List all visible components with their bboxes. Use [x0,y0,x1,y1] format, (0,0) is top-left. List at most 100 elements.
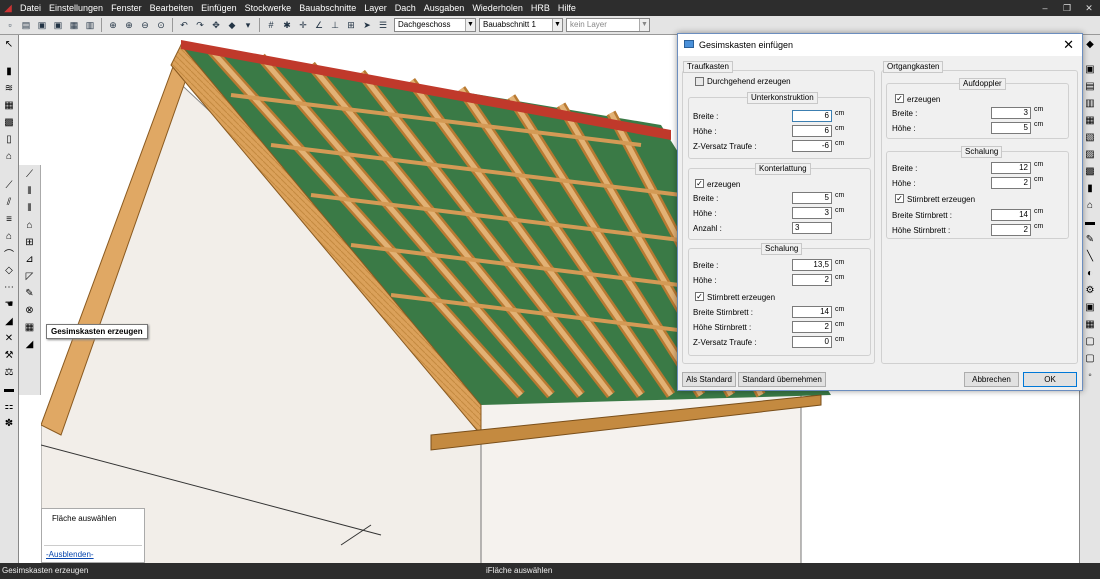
truss-icon[interactable]: ⊞ [22,235,37,250]
print-view-icon[interactable]: ▦ [1083,317,1098,332]
dimension-icon[interactable]: ⋯ [2,280,17,295]
zoom-window-icon[interactable]: ⊕ [106,18,120,32]
kl-anzahl-input[interactable]: 3 [792,222,832,234]
so-breite-input[interactable]: 12 [991,162,1031,174]
dialog-close-icon[interactable]: ✕ [1063,37,1074,53]
ortho-icon[interactable]: ⊥ [328,18,342,32]
rafter-icon[interactable]: ⫽ [2,195,17,210]
layer-select[interactable]: kein Layer ▼ [566,18,650,32]
skylight-icon[interactable]: ◇ [2,263,17,278]
3d-cube-icon[interactable]: ◆ [225,18,239,32]
ruler-icon[interactable]: ▬ [2,382,17,397]
app-icon[interactable]: ◢ [0,0,16,16]
house-icon[interactable]: ⌂ [2,149,17,164]
stair-icon[interactable]: ⚏ [2,399,17,414]
chart-icon[interactable]: ⊿ [22,252,37,267]
menu-bauabschnitte[interactable]: Bauabschnitte [295,0,360,16]
redo-icon[interactable]: ↷ [193,18,207,32]
menu-ausgaben[interactable]: Ausgaben [420,0,469,16]
room-icon[interactable]: ▦ [2,98,17,113]
zoom-out-icon[interactable]: ⊖ [138,18,152,32]
target-icon[interactable]: ⊗ [22,303,37,318]
layers-icon[interactable]: ☰ [376,18,390,32]
house-view-icon[interactable]: ⌂ [1083,198,1098,213]
print-icon[interactable]: ▥ [83,18,97,32]
durchgehend-checkbox[interactable] [695,77,704,86]
new-file-icon[interactable]: ▫ [3,18,17,32]
eave-box-icon[interactable]: ◢ [2,314,17,329]
eave-active-icon[interactable]: ◢ [22,337,37,352]
floor-view-icon[interactable]: ▧ [1083,130,1098,145]
so-hoehe-input[interactable]: 2 [991,177,1031,189]
uk-hoehe-input[interactable]: 6 [792,125,832,137]
ad-hoehe-input[interactable]: 5 [991,122,1031,134]
save-icon[interactable]: ▣ [35,18,49,32]
zoom-in-icon[interactable]: ⊕ [122,18,136,32]
als-standard-button[interactable]: Als Standard [682,372,736,387]
st-breite-input[interactable]: 13,5 [792,259,832,271]
view-3d-icon[interactable]: ◆ [1083,37,1098,52]
symbol-icon[interactable]: ⚖ [2,365,17,380]
section-select[interactable]: Bauabschnitt 1 ▼ [479,18,563,32]
menu-einfuegen[interactable]: Einfügen [197,0,241,16]
valley-icon[interactable]: ⦀ [22,201,37,216]
ok-button[interactable]: OK [1023,372,1077,387]
save-as-icon[interactable]: ▣ [51,18,65,32]
measure-icon[interactable]: ⊞ [344,18,358,32]
hand-icon[interactable]: ☚ [2,297,17,312]
wall-view-icon[interactable]: ▦ [1083,113,1098,128]
st-stirnbrett-checkbox[interactable]: ✓ [695,292,704,301]
brick-icon[interactable]: ▬ [1083,215,1098,230]
st-hoehe-stirn-input[interactable]: 2 [792,321,832,333]
angle-icon[interactable]: ∠ [312,18,326,32]
close-icon[interactable]: ✕ [1078,0,1100,16]
hide-link[interactable]: -Ausblenden- [46,550,94,559]
roof-slope-icon[interactable]: ◸ [22,269,37,284]
mesh-icon[interactable]: ▦ [22,320,37,335]
door-icon[interactable]: ▯ [2,132,17,147]
st-breite-stirn-input[interactable]: 14 [792,306,832,318]
menu-hilfe[interactable]: Hilfe [554,0,580,16]
beam-view-icon[interactable]: ▩ [1083,164,1098,179]
settings-icon[interactable]: ⚙ [1083,283,1098,298]
color-icon[interactable]: ◐ [1083,266,1098,281]
menu-wiederholen[interactable]: Wiederholen [468,0,527,16]
uk-zversatz-input[interactable]: -6 [792,140,832,152]
so-hoehe-stirn-input[interactable]: 2 [991,224,1031,236]
layers-stack-icon[interactable]: ≋ [2,81,17,96]
pencil-icon[interactable]: ✎ [22,286,37,301]
delete-icon[interactable]: ✕ [2,331,17,346]
snap-icon[interactable]: ✱ [280,18,294,32]
view-3d-label-icon[interactable]: ▣ [1083,62,1098,77]
minimize-icon[interactable]: ‒ [1034,0,1056,16]
arch-icon[interactable]: ⌒ [2,246,17,261]
dropdown-arrow-icon[interactable]: ▾ [241,18,255,32]
ad-erzeugen-checkbox[interactable]: ✓ [895,94,904,103]
section-icon[interactable]: ▮ [1083,181,1098,196]
floor-select[interactable]: Dachgeschoss ▼ [394,18,476,32]
menu-einstellungen[interactable]: Einstellungen [45,0,107,16]
st-zversatz-input[interactable]: 0 [792,336,832,348]
select-arrow-icon[interactable]: ↖ [2,37,17,52]
dormer-icon[interactable]: ⌂ [2,229,17,244]
menu-layer[interactable]: Layer [360,0,391,16]
move-icon[interactable]: ✥ [209,18,223,32]
menu-dach[interactable]: Dach [391,0,420,16]
window-list-icon[interactable]: ▢ [1083,334,1098,349]
restore-icon[interactable]: ❐ [1056,0,1078,16]
info-icon[interactable]: ◦ [1083,368,1098,383]
uk-breite-input[interactable]: 6 [792,110,832,122]
so-stirnbrett-checkbox[interactable]: ✓ [895,194,904,203]
crosshair-icon[interactable]: ✛ [296,18,310,32]
menu-hrb[interactable]: HRB [527,0,554,16]
line-icon[interactable]: ╲ [1083,249,1098,264]
pointer-icon[interactable]: ➤ [360,18,374,32]
abbrechen-button[interactable]: Abbrechen [964,372,1019,387]
kl-breite-input[interactable]: 5 [792,192,832,204]
panel-icon[interactable]: ▢ [1083,351,1098,366]
menu-bearbeiten[interactable]: Bearbeiten [146,0,198,16]
snapshot-icon[interactable]: ▣ [1083,300,1098,315]
menu-stockwerke[interactable]: Stockwerke [241,0,296,16]
open-folder-icon[interactable]: ▤ [19,18,33,32]
edit-icon[interactable]: ✎ [1083,232,1098,247]
